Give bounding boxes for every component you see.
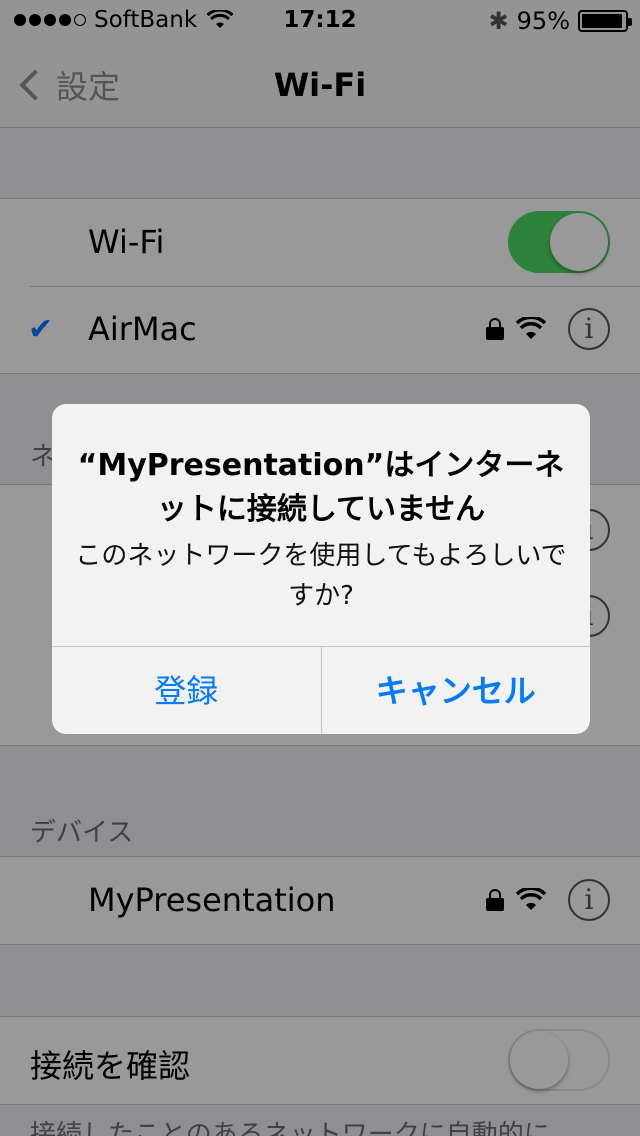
- alert-buttons: 登録 キャンセル: [52, 646, 590, 734]
- settings-screen: SoftBank 17:12 ✱ 95% 設定 Wi-Fi Wi-Fi ✔ Ai…: [0, 0, 640, 1136]
- alert-message: このネットワークを使用してもよろしいですか?: [75, 541, 567, 611]
- cancel-button[interactable]: キャンセル: [320, 647, 591, 734]
- register-button[interactable]: 登録: [52, 647, 321, 734]
- alert-dialog: “MyPresentation”はインターネットに接続していません このネットワ…: [52, 404, 590, 734]
- alert-title: “MyPresentation”はインターネットに接続していません: [77, 448, 565, 527]
